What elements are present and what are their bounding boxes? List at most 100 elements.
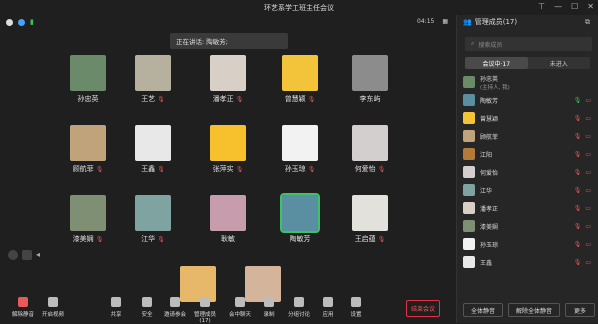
- member-list: 孙忠英 (主持人, 我) 陶敏芳 🎙 ▭ 曾慧颖 🎙 ▭ 顾航菲 🎙 ▭ 江阳 🎙 ▭ 何爱怡 🎙 ▭ 江华 🎙 ▭ 潘…: [463, 73, 595, 271]
- camera-off-icon[interactable]: ▭: [585, 169, 591, 176]
- signal-icon[interactable]: ▮: [30, 18, 34, 26]
- mic-status-icon[interactable]: [8, 250, 18, 260]
- chat-bubble-icon[interactable]: [22, 250, 32, 260]
- participant-name: 江华: [141, 235, 156, 243]
- mic-muted-icon[interactable]: 🎙: [574, 187, 582, 194]
- mic-muted-icon: 🎙: [95, 235, 104, 243]
- member-avatar: [463, 148, 475, 160]
- tab-in-meeting[interactable]: 会议中·17: [465, 57, 528, 69]
- member-name-block: 顾航菲: [480, 132, 498, 141]
- participant-tile[interactable]: 王启蕴 🎙: [345, 195, 395, 244]
- toolbar-apps-button[interactable]: 应用: [313, 297, 343, 318]
- member-row[interactable]: 王鑫 🎙 ▭: [463, 253, 595, 271]
- camera-off-icon[interactable]: ▭: [585, 205, 591, 212]
- toolbar-security-button[interactable]: 安全: [132, 297, 162, 318]
- participant-tile[interactable]: 李东屿: [345, 55, 395, 104]
- toolbar-label: 设置: [350, 312, 362, 318]
- people-icon: 👥: [463, 18, 472, 26]
- member-avatar: [463, 130, 475, 142]
- participant-tile[interactable]: 张萍实 🎙: [203, 125, 253, 174]
- mute-all-button[interactable]: 全体静音: [463, 303, 503, 317]
- participant-tile[interactable]: 潘孝正 🎙: [203, 55, 253, 104]
- member-actions: 全体静音 解除全体静音 更多: [463, 303, 595, 317]
- toolbar-breakout-button[interactable]: 分组讨论: [284, 297, 314, 318]
- camera-off-icon[interactable]: ▭: [585, 259, 591, 266]
- mic-muted-icon[interactable]: 🎙: [574, 205, 582, 212]
- shield-icon[interactable]: [18, 18, 25, 26]
- participant-tile[interactable]: 漆美娴 🎙: [63, 195, 113, 244]
- record-icon: [264, 297, 274, 307]
- participant-tile[interactable]: 孙忠英: [63, 55, 113, 104]
- member-search-input[interactable]: ⌕ 搜索成员: [465, 37, 592, 51]
- mic-muted-icon[interactable]: 🎙: [574, 223, 582, 230]
- toolbar-label: 安全: [141, 312, 153, 318]
- camera-off-icon[interactable]: ▭: [585, 133, 591, 140]
- member-row[interactable]: 孙忠英 (主持人, 我): [463, 73, 595, 91]
- member-avatar: [463, 166, 475, 178]
- info-icon[interactable]: [6, 18, 13, 26]
- participant-tile[interactable]: 何爱怡 🎙: [345, 125, 395, 174]
- member-status-icons: 🎙 ▭: [574, 223, 591, 230]
- grid-view-icon[interactable]: ▦: [442, 18, 448, 25]
- mic-muted-icon[interactable]: 🎙: [574, 115, 582, 122]
- minimize-icon[interactable]: —: [554, 2, 562, 11]
- more-button[interactable]: 更多: [565, 303, 595, 317]
- camera-off-icon[interactable]: ▭: [585, 241, 591, 248]
- member-row[interactable]: 孙玉琼 🎙 ▭: [463, 235, 595, 253]
- mic-muted-icon[interactable]: 🎙: [574, 133, 582, 140]
- toolbar-invite-button[interactable]: 邀请参会: [160, 297, 190, 318]
- participant-tile[interactable]: 陶敏芳: [275, 193, 325, 244]
- avatar: [70, 55, 106, 91]
- toolbar-settings-button[interactable]: 设置: [341, 297, 371, 318]
- toolbar-chat-button[interactable]: 会中聊天: [225, 297, 255, 318]
- toolbar-mic-button[interactable]: 解除静音: [8, 297, 38, 318]
- close-icon[interactable]: ✕: [587, 2, 594, 11]
- participant-tile[interactable]: 曾慧颖 🎙: [275, 55, 325, 104]
- maximize-icon[interactable]: ☐: [571, 2, 578, 11]
- popout-icon[interactable]: ⧉: [585, 18, 590, 27]
- member-row[interactable]: 江华 🎙 ▭: [463, 181, 595, 199]
- member-row[interactable]: 顾航菲 🎙 ▭: [463, 127, 595, 145]
- participant-tile[interactable]: 江华 🎙: [128, 195, 178, 244]
- camera-off-icon[interactable]: ▭: [585, 223, 591, 230]
- pin-icon[interactable]: ⊤: [538, 2, 545, 11]
- camera-off-icon[interactable]: ▭: [585, 115, 591, 122]
- member-row[interactable]: 江阳 🎙 ▭: [463, 145, 595, 163]
- participant-tile[interactable]: 耿敏: [203, 195, 253, 244]
- unmute-all-button[interactable]: 解除全体静音: [508, 303, 560, 317]
- toolbar-video-button[interactable]: 开启视频: [38, 297, 68, 318]
- meeting-info-bar: ▮: [6, 18, 34, 26]
- participant-tile[interactable]: 顾航菲 🎙: [63, 125, 113, 174]
- member-name-block: 江华: [480, 186, 492, 195]
- toolbar-record-button[interactable]: 录制: [254, 297, 284, 318]
- member-row[interactable]: 何爱怡 🎙 ▭: [463, 163, 595, 181]
- avatar: [280, 193, 320, 233]
- avatar: [352, 55, 388, 91]
- toolbar-share-button[interactable]: 共享: [101, 297, 131, 318]
- camera-off-icon[interactable]: ▭: [585, 97, 591, 104]
- member-row[interactable]: 陶敏芳 🎙 ▭: [463, 91, 595, 109]
- end-meeting-button[interactable]: 结束会议: [406, 300, 440, 317]
- apps-icon: [323, 297, 333, 307]
- member-avatar: [463, 94, 475, 106]
- member-row[interactable]: 潘孝正 🎙 ▭: [463, 199, 595, 217]
- mic-muted-icon[interactable]: 🎙: [574, 259, 582, 266]
- member-name: 陶敏芳: [480, 97, 499, 105]
- mic-on-icon[interactable]: 🎙: [574, 97, 582, 104]
- member-row[interactable]: 曾慧颖 🎙 ▭: [463, 109, 595, 127]
- camera-off-icon[interactable]: ▭: [585, 187, 591, 194]
- mic-muted-icon[interactable]: 🎙: [574, 169, 582, 176]
- participant-tile[interactable]: 王鑫 🎙: [128, 125, 178, 174]
- avatar: [210, 55, 246, 91]
- participant-name: 耿敏: [221, 235, 235, 243]
- participant-tile[interactable]: 孙玉琼 🎙: [275, 125, 325, 174]
- tab-not-joined[interactable]: 未进入: [528, 57, 591, 69]
- mic-muted-icon[interactable]: 🎙: [574, 241, 582, 248]
- toolbar-members-button[interactable]: 管理成员(17): [190, 297, 220, 324]
- camera-off-icon[interactable]: ▭: [585, 151, 591, 158]
- member-name: 孙玉琼: [480, 241, 499, 249]
- mic-muted-icon[interactable]: 🎙: [574, 151, 582, 158]
- collapse-arrow-icon[interactable]: ◂: [36, 250, 40, 260]
- member-row[interactable]: 漆美娴 🎙 ▭: [463, 217, 595, 235]
- participant-tile[interactable]: 王艺 🎙: [128, 55, 178, 104]
